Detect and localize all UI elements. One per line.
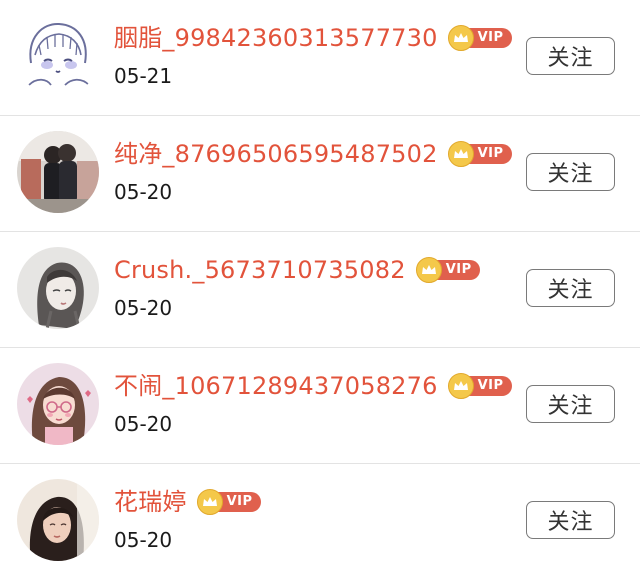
- crown-icon: [415, 257, 442, 283]
- crown-icon: [196, 489, 223, 515]
- anime-girl-avatar-icon: [17, 363, 99, 445]
- cartoon-girl-avatar-icon: [17, 15, 99, 97]
- list-item[interactable]: 不闹_10671289437058276 VIP 05-20 关注: [0, 348, 640, 464]
- vip-badge: VIP: [415, 257, 480, 283]
- list-item[interactable]: 花瑞婷 VIP 05-20 关注: [0, 464, 640, 575]
- vip-badge: VIP: [447, 25, 512, 51]
- crown-icon: [447, 25, 474, 51]
- username[interactable]: 胭脂_99842360313577730: [114, 20, 438, 56]
- vip-badge: VIP: [447, 141, 512, 167]
- list-item[interactable]: Crush._5673710735082 VIP 05-20 关注: [0, 232, 640, 348]
- follow-date: 05-20: [114, 528, 173, 552]
- follow-button[interactable]: 关注: [526, 269, 615, 307]
- follow-date: 05-21: [114, 64, 173, 88]
- avatar[interactable]: [17, 479, 99, 561]
- list-item[interactable]: 纯净_87696506595487502 VIP 05-20 关注: [0, 116, 640, 232]
- crown-icon: [447, 373, 474, 399]
- username[interactable]: Crush._5673710735082: [114, 252, 406, 288]
- follow-button[interactable]: 关注: [526, 501, 615, 539]
- portrait-photo-avatar-icon: [17, 479, 99, 561]
- follow-date: 05-20: [114, 296, 173, 320]
- name-line: Crush._5673710735082 VIP: [114, 252, 480, 288]
- vip-badge: VIP: [196, 489, 261, 515]
- username[interactable]: 纯净_87696506595487502: [114, 136, 438, 172]
- avatar[interactable]: [17, 247, 99, 329]
- follow-list: 胭脂_99842360313577730 VIP 05-21 关注 纯净_876…: [0, 0, 640, 575]
- follow-button[interactable]: 关注: [526, 385, 615, 423]
- name-line: 纯净_87696506595487502 VIP: [114, 136, 512, 172]
- name-line: 胭脂_99842360313577730 VIP: [114, 20, 512, 56]
- sketch-girl-avatar-icon: [17, 247, 99, 329]
- follow-date: 05-20: [114, 180, 173, 204]
- list-item[interactable]: 胭脂_99842360313577730 VIP 05-21 关注: [0, 0, 640, 116]
- avatar[interactable]: [17, 131, 99, 213]
- name-line: 花瑞婷 VIP: [114, 484, 261, 520]
- follow-date: 05-20: [114, 412, 173, 436]
- couple-photo-avatar-icon: [17, 131, 99, 213]
- name-line: 不闹_10671289437058276 VIP: [114, 368, 512, 404]
- vip-badge: VIP: [447, 373, 512, 399]
- avatar[interactable]: [17, 15, 99, 97]
- follow-button[interactable]: 关注: [526, 153, 615, 191]
- follow-button[interactable]: 关注: [526, 37, 615, 75]
- username[interactable]: 花瑞婷: [114, 484, 187, 520]
- avatar[interactable]: [17, 363, 99, 445]
- username[interactable]: 不闹_10671289437058276: [114, 368, 438, 404]
- crown-icon: [447, 141, 474, 167]
